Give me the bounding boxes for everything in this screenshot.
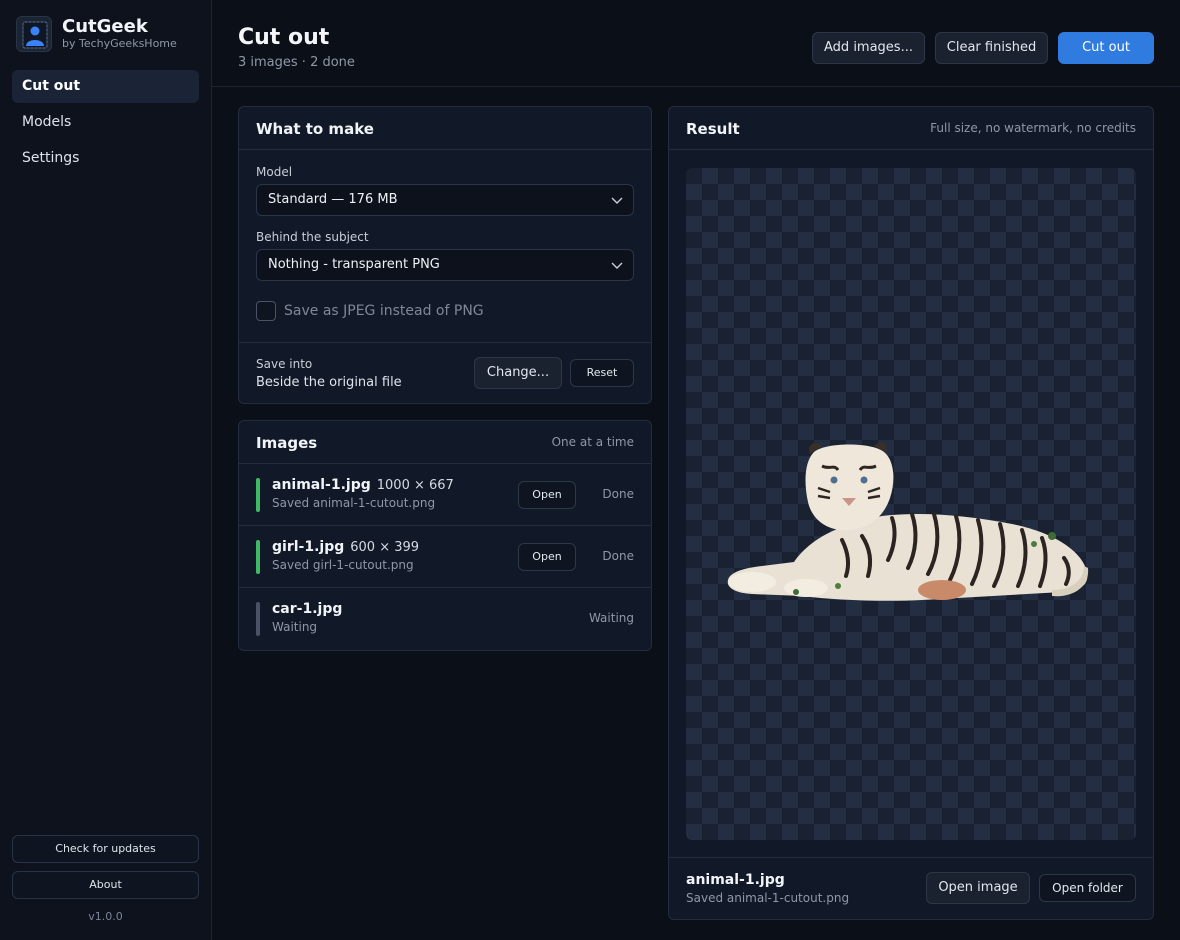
- save-as-jpeg-label: Save as JPEG instead of PNG: [284, 303, 484, 319]
- behind-subject-label: Behind the subject: [256, 230, 369, 244]
- image-output: Saved girl-1-cutout.png: [272, 558, 414, 572]
- status-indicator: [256, 602, 260, 636]
- brand: CutGeek by TechyGeeksHome: [16, 16, 177, 52]
- image-status: Done: [602, 487, 634, 501]
- open-image-button[interactable]: Open: [518, 481, 576, 509]
- result-title: Result: [686, 120, 740, 138]
- result-note: Full size, no watermark, no credits: [930, 121, 1136, 135]
- result-file-name: animal-1.jpg: [686, 872, 785, 888]
- chevron-down-icon: [611, 262, 623, 269]
- sidebar-item-models[interactable]: Models: [12, 106, 199, 139]
- app-version: v1.0.0: [88, 910, 123, 923]
- sidebar-item-cut-out[interactable]: Cut out: [12, 70, 199, 103]
- image-dimensions: 600 × 399: [350, 540, 420, 555]
- status-indicator: [256, 478, 260, 512]
- image-status: Done: [602, 549, 634, 563]
- result-file-output: Saved animal-1-cutout.png: [686, 891, 850, 905]
- images-title: Images: [256, 434, 318, 452]
- page-title: Cut out: [238, 25, 330, 50]
- images-panel: Images One at a time animal-1.jpg 1000 × …: [238, 420, 652, 651]
- image-output: Waiting: [272, 620, 318, 634]
- sidebar-item-settings[interactable]: Settings: [12, 142, 199, 175]
- change-folder-button[interactable]: Change...: [474, 357, 562, 389]
- sidebar-nav: Cut out Models Settings: [12, 70, 199, 178]
- chevron-down-icon: [611, 197, 623, 204]
- result-preview: [686, 168, 1136, 840]
- image-name: car-1.jpg: [272, 601, 343, 617]
- check-updates-button[interactable]: Check for updates: [12, 835, 199, 863]
- status-indicator: [256, 540, 260, 574]
- image-name: girl-1.jpg 600 × 399: [272, 539, 420, 555]
- behind-subject-value: Nothing - transparent PNG: [268, 257, 440, 272]
- cut-out-button[interactable]: Cut out: [1058, 32, 1154, 64]
- result-header: Result Full size, no watermark, no credi…: [669, 107, 1153, 150]
- sidebar: CutGeek by TechyGeeksHome Cut out Models…: [0, 0, 212, 940]
- model-label: Model: [256, 165, 293, 179]
- table-row: car-1.jpg Waiting Waiting: [239, 588, 651, 650]
- save-into-value: Beside the original file: [256, 375, 402, 390]
- table-row: animal-1.jpg 1000 × 667 Saved animal-1-cu…: [239, 464, 651, 526]
- reset-folder-button[interactable]: Reset: [570, 359, 634, 387]
- model-select[interactable]: Standard — 176 MB: [256, 184, 634, 216]
- page-subtitle: 3 images · 2 done: [238, 55, 355, 70]
- result-panel: Result Full size, no watermark, no credi…: [668, 106, 1154, 920]
- image-status: Waiting: [588, 611, 634, 625]
- header-divider: [212, 86, 1180, 87]
- save-into-divider: [239, 342, 651, 343]
- image-output: Saved animal-1-cutout.png: [272, 496, 436, 510]
- what-to-make-title: What to make: [256, 120, 374, 138]
- clear-finished-button[interactable]: Clear finished: [935, 32, 1048, 64]
- behind-subject-select[interactable]: Nothing - transparent PNG: [256, 249, 634, 281]
- save-as-jpeg-checkbox[interactable]: [256, 301, 276, 321]
- result-footer-divider: [669, 857, 1153, 858]
- add-images-button[interactable]: Add images...: [812, 32, 925, 64]
- about-button[interactable]: About: [12, 871, 199, 899]
- app-logo-icon: [16, 16, 52, 52]
- app-name: CutGeek: [62, 16, 148, 37]
- table-row: girl-1.jpg 600 × 399 Saved girl-1-cutout.…: [239, 526, 651, 588]
- image-dimensions: 1000 × 667: [376, 478, 454, 493]
- model-select-value: Standard — 176 MB: [268, 192, 398, 207]
- tiger-cutout-image: [727, 442, 1089, 601]
- open-image-button[interactable]: Open: [518, 543, 576, 571]
- app-publisher: by TechyGeeksHome: [62, 37, 177, 50]
- images-mode-note: One at a time: [551, 435, 634, 449]
- what-to-make-header: What to make: [239, 107, 651, 150]
- image-name: animal-1.jpg 1000 × 667: [272, 477, 454, 493]
- save-into-label: Save into: [256, 357, 313, 371]
- open-folder-button[interactable]: Open folder: [1039, 874, 1136, 902]
- open-image-button[interactable]: Open image: [926, 872, 1030, 904]
- what-to-make-panel: What to make Model Standard — 176 MB Beh…: [238, 106, 652, 404]
- images-header: Images One at a time: [239, 421, 651, 464]
